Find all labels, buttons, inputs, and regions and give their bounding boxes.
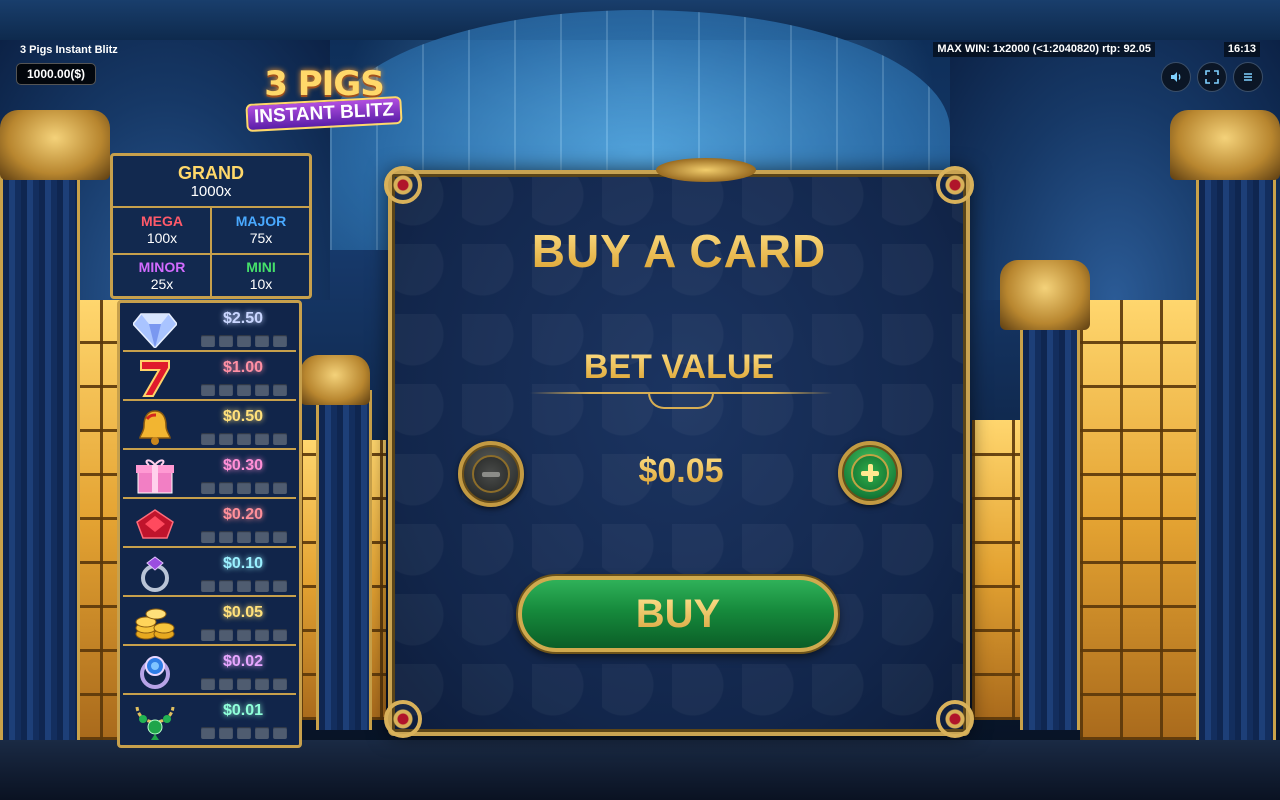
jackpot-mega: MEGA 100x xyxy=(113,208,211,254)
paytable-row-seven: $1.00 xyxy=(123,354,296,401)
game-logo: 3 PIGS INSTANT BLITZ xyxy=(244,66,404,136)
jackpot-grand-multiplier: 1000x xyxy=(190,183,232,200)
menu-button[interactable] xyxy=(1233,62,1263,92)
right-inner-pillar xyxy=(1020,330,1080,730)
paytable-prize: $0.50 xyxy=(222,408,264,425)
panel-title: BUY A CARD xyxy=(388,224,970,278)
jackpot-minor: MINOR 25x xyxy=(113,254,211,300)
match-indicator xyxy=(201,482,287,494)
bell-icon xyxy=(133,407,177,447)
jackpot-mini-label: MINI xyxy=(246,259,276,275)
match-indicator xyxy=(201,727,287,739)
paytable-row-emerald-necklace: $0.01 xyxy=(123,697,296,744)
match-indicator xyxy=(201,531,287,543)
sound-button[interactable] xyxy=(1161,62,1191,92)
jackpot-mini: MINI 10x xyxy=(212,254,310,300)
game-title: 3 Pigs Instant Blitz xyxy=(20,44,118,56)
match-indicator xyxy=(201,580,287,592)
panel-corner-ornament xyxy=(936,166,974,204)
max-win-info: MAX WIN: 1x2000 (<1:2040820) rtp: 92.05 xyxy=(933,42,1155,57)
right-inner-capital xyxy=(1000,260,1090,330)
plus-icon xyxy=(851,454,889,492)
decrease-bet-button[interactable] xyxy=(458,441,524,507)
match-indicator xyxy=(201,433,287,445)
panel-corner-ornament xyxy=(384,700,422,738)
jackpot-minor-multiplier: 25x xyxy=(150,276,174,292)
jackpot-mega-multiplier: 100x xyxy=(146,230,178,246)
paytable-row-diamond: $2.50 xyxy=(123,305,296,352)
jackpot-mega-label: MEGA xyxy=(141,213,183,229)
bet-value-display: $0.05 xyxy=(560,452,802,491)
jackpot-mini-multiplier: 10x xyxy=(249,276,273,292)
match-indicator xyxy=(201,629,287,641)
right-pillar xyxy=(1196,170,1276,800)
jackpot-major: MAJOR 75x xyxy=(212,208,310,254)
jackpot-table: GRAND 1000x MEGA 100x MAJOR 75x MINOR 25… xyxy=(110,153,312,299)
panel-corner-ornament xyxy=(936,700,974,738)
minus-icon xyxy=(472,455,510,493)
panel-corner-ornament xyxy=(384,166,422,204)
match-indicator xyxy=(201,335,287,347)
emerald-necklace-icon xyxy=(133,701,177,741)
jackpot-grand: GRAND 1000x xyxy=(113,156,309,208)
fullscreen-icon xyxy=(1205,70,1219,84)
paytable-row-gift: $0.30 xyxy=(123,452,296,499)
bet-value-label: BET VALUE xyxy=(388,348,970,387)
paytable-prize: $0.20 xyxy=(222,506,264,523)
paytable-prize: $2.50 xyxy=(222,310,264,327)
paytable-prize: $0.30 xyxy=(222,457,264,474)
amethyst-ring-icon xyxy=(133,554,177,594)
left-pillar xyxy=(0,170,80,800)
gold-coins-icon xyxy=(133,603,177,643)
paytable-row-sapphire-ring: $0.02 xyxy=(123,648,296,695)
right-pillar-capital xyxy=(1170,110,1280,180)
speaker-icon xyxy=(1171,72,1181,82)
hamburger-menu-icon xyxy=(1244,73,1252,81)
paytable-prize: $0.10 xyxy=(222,555,264,572)
increase-bet-button[interactable] xyxy=(838,441,902,505)
jackpot-major-multiplier: 75x xyxy=(249,230,273,246)
jackpot-grand-label: GRAND xyxy=(178,163,244,183)
jackpot-minor-label: MINOR xyxy=(138,259,186,275)
paytable-prize: $0.01 xyxy=(222,702,264,719)
fullscreen-button[interactable] xyxy=(1197,62,1227,92)
paytable-row-bell: $0.50 xyxy=(123,403,296,450)
panel-top-ornament xyxy=(656,158,756,182)
paytable-prize: $0.05 xyxy=(222,604,264,621)
divider-scroll-ornament xyxy=(648,393,714,409)
clock: 16:13 xyxy=(1223,42,1260,57)
left-pillar-capital xyxy=(0,110,110,180)
sapphire-ring-icon xyxy=(133,652,177,692)
balance-display: 1000.00($) xyxy=(16,63,97,85)
seven-icon xyxy=(133,358,177,398)
paytable-row-ruby: $0.20 xyxy=(123,501,296,548)
left-inner-pillar xyxy=(316,390,372,730)
logo-subtitle: INSTANT BLITZ xyxy=(245,95,403,133)
buy-button-label: BUY xyxy=(635,591,721,636)
match-indicator xyxy=(201,678,287,690)
paytable-prize: $1.00 xyxy=(222,359,264,376)
left-inner-capital xyxy=(300,355,370,405)
ruby-icon xyxy=(133,505,177,545)
right-gold-drawers xyxy=(1080,300,1200,740)
paytable: $2.50 $1.00 $0.50 $0.30 $0.20 $0.10 $0.0… xyxy=(117,300,302,748)
jackpot-major-label: MAJOR xyxy=(235,213,287,229)
paytable-prize: $0.02 xyxy=(222,653,264,670)
paytable-row-amethyst-ring: $0.10 xyxy=(123,550,296,597)
gift-box-icon xyxy=(133,456,177,496)
diamond-icon xyxy=(133,309,177,349)
floor xyxy=(0,740,1280,800)
paytable-row-gold-coins: $0.05 xyxy=(123,599,296,646)
buy-button[interactable]: BUY xyxy=(518,576,838,652)
match-indicator xyxy=(201,384,287,396)
